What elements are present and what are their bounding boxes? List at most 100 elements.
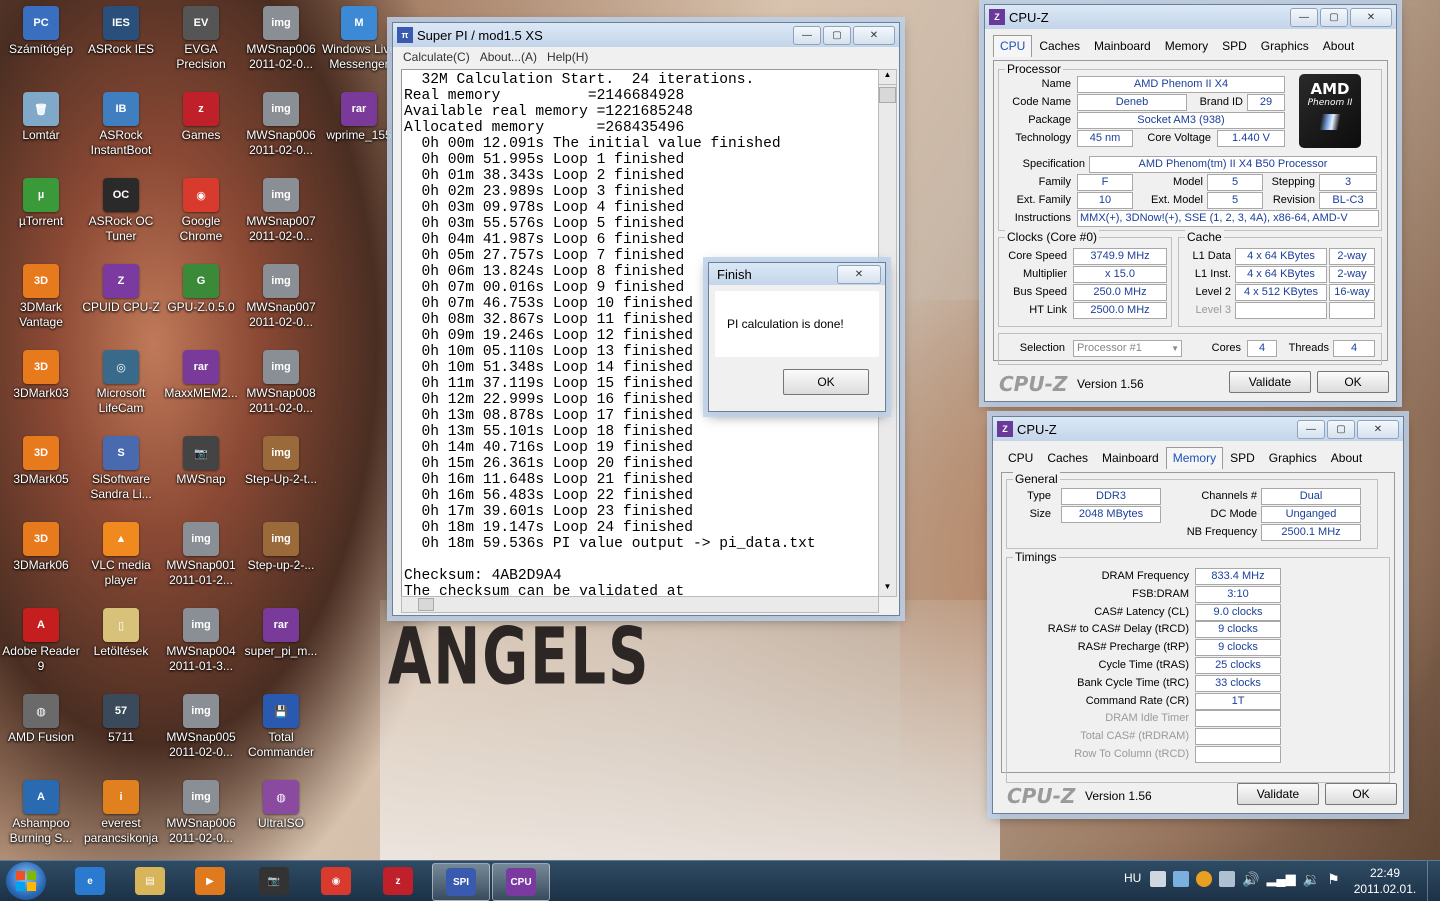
cpuz-memory-titlebar[interactable]: Z CPU-Z — ▢ ✕ [993, 417, 1403, 441]
desktop-icon[interactable]: rar MaxxMEM2... [160, 344, 242, 401]
close-button[interactable]: ✕ [1350, 7, 1392, 27]
clock[interactable]: 22:49 2011.02.01. [1348, 865, 1422, 897]
desktop-icon[interactable]: ▲ VLC media player [80, 516, 162, 588]
tab-spd[interactable]: SPD [1215, 35, 1254, 57]
taskbar-zynga-button[interactable]: z [370, 863, 426, 899]
close-button[interactable]: ✕ [1357, 419, 1399, 439]
signal-icon[interactable]: ▂▄▆ [1266, 871, 1295, 888]
finish-ok-button[interactable]: OK [783, 369, 869, 395]
menu-about[interactable]: About...(A) [480, 50, 537, 64]
desktop-icon[interactable]: ◍ AMD Fusion [0, 688, 82, 745]
minimize-button[interactable]: — [1297, 419, 1325, 439]
desktop-icon[interactable]: Z CPUID CPU-Z [80, 258, 162, 315]
processor-select[interactable]: Processor #1 ▼ [1073, 340, 1182, 357]
desktop-icon[interactable]: i everest parancsikonja [80, 774, 162, 846]
flag-icon[interactable]: ⚑ [1327, 871, 1340, 888]
finish-titlebar[interactable]: Finish ✕ [709, 263, 885, 285]
tab-mainboard[interactable]: Mainboard [1095, 447, 1166, 469]
menu-help[interactable]: Help(H) [547, 50, 588, 64]
taskbar-mwsnap-button[interactable]: 📷 [246, 863, 302, 899]
desktop-icon[interactable]: ◍ UltraISO [240, 774, 322, 831]
ok-button[interactable]: OK [1317, 371, 1389, 393]
desktop-icon[interactable]: ▯ Letöltések [80, 602, 162, 659]
cpuz-cpu-window[interactable]: Z CPU-Z — ▢ ✕ CPU Caches Mainboard Memory SP… [984, 4, 1397, 402]
security-icon[interactable] [1219, 871, 1235, 887]
desktop-icon[interactable]: 🗑 Lomtár [0, 86, 82, 143]
cpuz-memory-window[interactable]: Z CPU-Z — ▢ ✕ CPU Caches Mainboard Memory SP… [992, 416, 1404, 814]
cpuz-cpu-titlebar[interactable]: Z CPU-Z — ▢ ✕ [985, 5, 1396, 29]
finish-dialog[interactable]: Finish ✕ PI calculation is done! OK [708, 262, 886, 412]
desktop-icon[interactable]: img MWSnap006 2011-02-0... [240, 0, 322, 72]
finish-close-button[interactable]: ✕ [837, 264, 881, 284]
desktop-icon[interactable]: IES ASRock IES [80, 0, 162, 57]
taskbar-explorer-button[interactable]: ▤ [122, 863, 178, 899]
desktop-icon[interactable]: G GPU-Z.0.5.0 [160, 258, 242, 315]
desktop-icon[interactable]: S SiSoftware Sandra Li... [80, 430, 162, 502]
tab-caches[interactable]: Caches [1040, 447, 1095, 469]
validate-button[interactable]: Validate [1237, 783, 1319, 805]
minimize-button[interactable]: — [793, 25, 821, 45]
printer-icon[interactable] [1150, 871, 1166, 887]
desktop-icon[interactable]: img MWSnap001 2011-01-2... [160, 516, 242, 588]
desktop-icon[interactable]: 3D 3DMark05 [0, 430, 82, 487]
desktop-icon[interactable]: 📷 MWSnap [160, 430, 242, 487]
desktop-icon[interactable]: 57 5711 [80, 688, 162, 745]
desktop-icon[interactable]: PC Számítógép [0, 0, 82, 57]
desktop-icon[interactable]: IB ASRock InstantBoot [80, 86, 162, 158]
start-button[interactable] [6, 862, 46, 900]
hscroll-thumb[interactable] [418, 598, 434, 611]
language-indicator[interactable]: HU [1124, 871, 1141, 885]
tab-memory[interactable]: Memory [1158, 35, 1215, 57]
desktop-icon[interactable]: 3D 3DMark Vantage [0, 258, 82, 330]
desktop-icon[interactable]: M Windows Live Messenger [318, 0, 400, 72]
scroll-up-icon[interactable]: ▲ [879, 70, 896, 85]
taskbar-cpu-z-button[interactable]: CPU [492, 863, 550, 901]
desktop-icon[interactable]: img MWSnap007 2011-02-0... [240, 258, 322, 330]
desktop-icon[interactable]: rar super_pi_m... [240, 602, 322, 659]
desktop-icon[interactable]: img MWSnap007 2011-02-0... [240, 172, 322, 244]
desktop-icon[interactable]: img MWSnap005 2011-02-0... [160, 688, 242, 760]
update-icon[interactable] [1196, 871, 1212, 887]
tab-cpu[interactable]: CPU [993, 35, 1033, 57]
scroll-thumb[interactable] [879, 87, 896, 103]
desktop-icon[interactable]: EV EVGA Precision [160, 0, 242, 72]
close-button[interactable]: ✕ [853, 25, 895, 45]
desktop-icon[interactable]: img Step-up-2-... [240, 516, 322, 573]
desktop-icon[interactable]: img MWSnap008 2011-02-0... [240, 344, 322, 416]
desktop-icon[interactable]: img MWSnap006 2011-02-0... [160, 774, 242, 846]
desktop-icon[interactable]: 3D 3DMark03 [0, 344, 82, 401]
desktop-icon[interactable]: A Adobe Reader 9 [0, 602, 82, 674]
desktop-icon[interactable]: img Step-Up-2-t... [240, 430, 322, 487]
desktop-icon[interactable]: img MWSnap006 2011-02-0... [240, 86, 322, 158]
taskbar-chrome-button[interactable]: ◉ [308, 863, 364, 899]
desktop-icon[interactable]: img MWSnap004 2011-01-3... [160, 602, 242, 674]
speaker-icon[interactable]: 🔊 [1242, 871, 1259, 888]
maximize-button[interactable]: ▢ [823, 25, 851, 45]
taskbar-internet-explorer-button[interactable]: e [62, 863, 118, 899]
desktop-icon[interactable]: z Games [160, 86, 242, 143]
tab-memory[interactable]: Memory [1165, 447, 1224, 469]
desktop-icon[interactable]: OC ASRock OC Tuner [80, 172, 162, 244]
tab-caches[interactable]: Caches [1032, 35, 1087, 57]
tab-cpu[interactable]: CPU [1001, 447, 1040, 469]
taskbar-media-player-button[interactable]: ▶ [182, 863, 238, 899]
maximize-button[interactable]: ▢ [1320, 7, 1348, 27]
desktop-icon[interactable]: 💾 Total Commander [240, 688, 322, 760]
desktop-icon[interactable]: µ µTorrent [0, 172, 82, 229]
tab-about[interactable]: About [1316, 35, 1361, 57]
show-desktop-button[interactable] [1427, 861, 1440, 901]
tab-graphics[interactable]: Graphics [1254, 35, 1316, 57]
tab-mainboard[interactable]: Mainboard [1087, 35, 1158, 57]
desktop-icon[interactable]: ◎ Microsoft LifeCam [80, 344, 162, 416]
ok-button[interactable]: OK [1325, 783, 1397, 805]
tab-about[interactable]: About [1324, 447, 1369, 469]
scroll-down-icon[interactable]: ▼ [879, 582, 896, 596]
tab-spd[interactable]: SPD [1223, 447, 1262, 469]
menu-calculate[interactable]: Calculate(C) [403, 50, 470, 64]
minimize-button[interactable]: — [1290, 7, 1318, 27]
horizontal-scrollbar[interactable] [401, 596, 879, 613]
desktop-icon[interactable]: A Ashampoo Burning S... [0, 774, 82, 846]
tab-graphics[interactable]: Graphics [1262, 447, 1324, 469]
maximize-button[interactable]: ▢ [1327, 419, 1355, 439]
desktop-icon[interactable]: 3D 3DMark06 [0, 516, 82, 573]
